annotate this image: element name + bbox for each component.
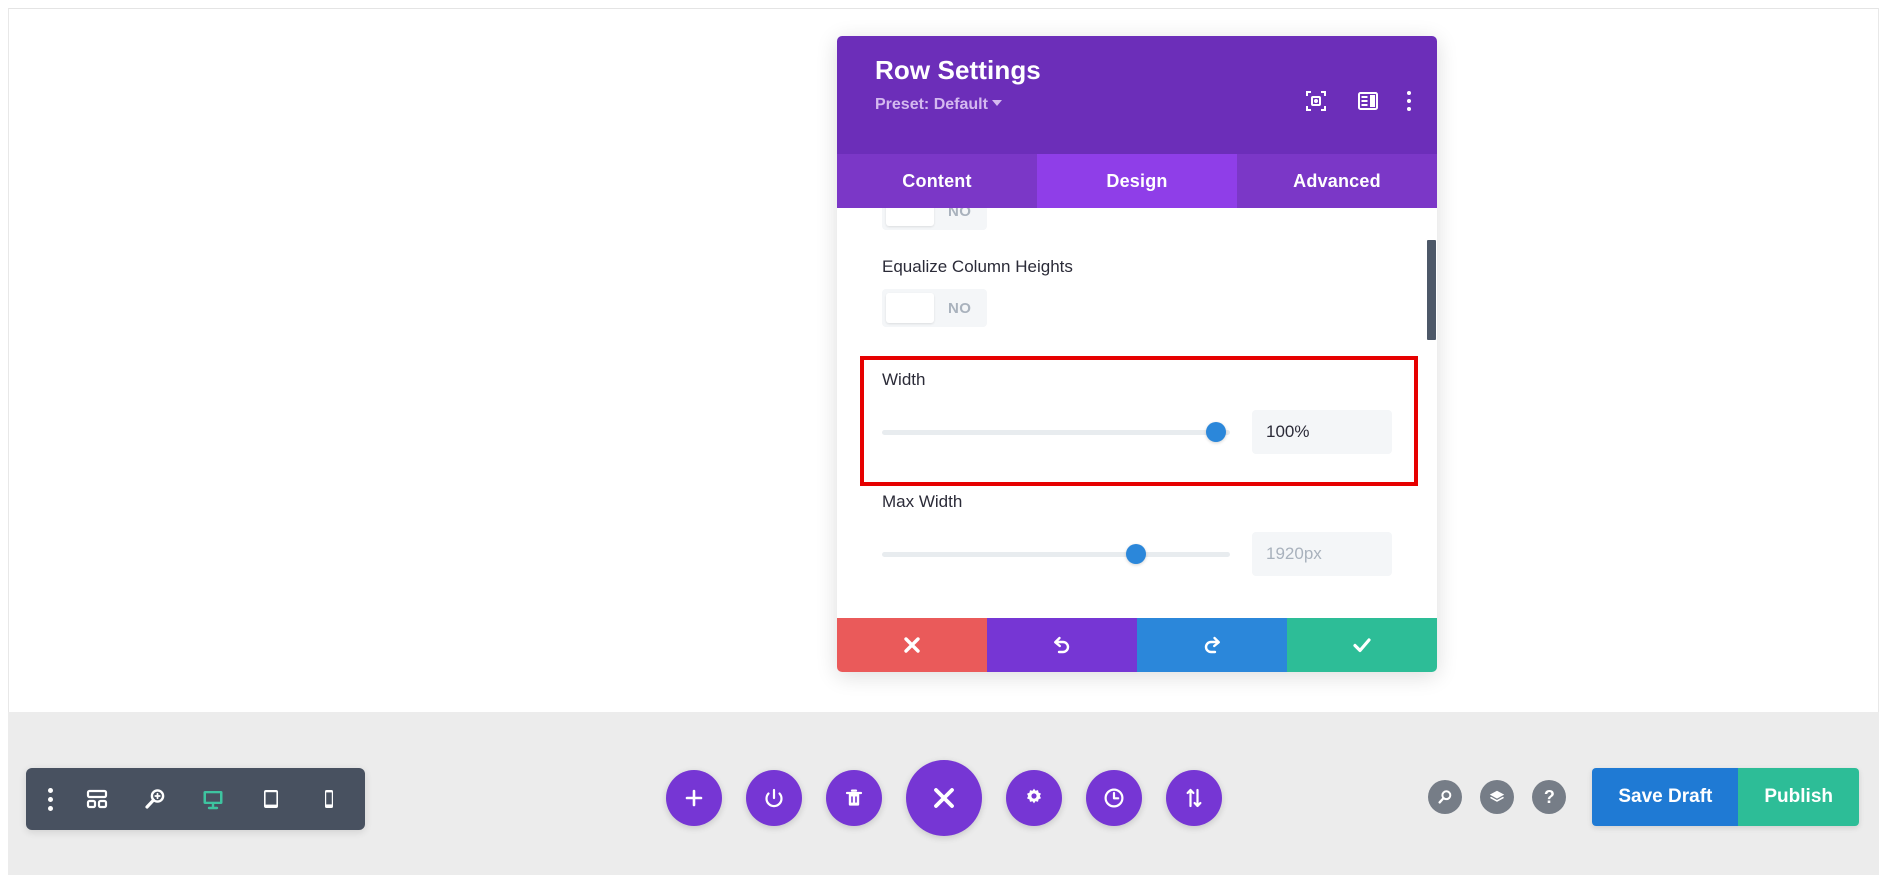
phone-icon[interactable] [315, 785, 343, 813]
width-input[interactable]: 100% [1252, 410, 1392, 454]
tab-design[interactable]: Design [1037, 154, 1237, 208]
settings-gear-icon[interactable] [1005, 770, 1062, 826]
sort-arrows-icon[interactable] [1165, 770, 1222, 826]
modal-body: NO Equalize Column Heights NO Width 100%… [837, 208, 1437, 618]
focus-icon[interactable] [1303, 88, 1329, 114]
partial-toggle-value: NO [948, 208, 972, 220]
modal-scrollbar[interactable] [1427, 208, 1437, 618]
chevron-down-icon [991, 99, 1002, 106]
undo-button[interactable] [987, 618, 1137, 672]
cancel-button[interactable] [837, 618, 987, 672]
more-options-icon[interactable] [1407, 91, 1411, 111]
max-width-slider-track [882, 551, 1230, 557]
equalize-column-heights-field: Equalize Column Heights NO [837, 257, 1437, 328]
more-options-icon[interactable] [48, 787, 53, 811]
redo-button[interactable] [1137, 618, 1287, 672]
toggle-knob [886, 208, 934, 226]
tablet-icon[interactable] [257, 785, 285, 813]
publish-actions: Save Draft Publish [1592, 768, 1859, 826]
preset-label: Preset: Default [875, 95, 988, 113]
power-icon[interactable] [745, 770, 802, 826]
layout-panel-icon[interactable] [1355, 88, 1381, 114]
width-label: Width [882, 370, 926, 389]
history-clock-icon[interactable] [1085, 770, 1142, 826]
max-width-label: Max Width [882, 492, 963, 511]
search-icon[interactable] [1428, 780, 1463, 814]
equalize-column-heights-toggle[interactable]: NO [882, 289, 988, 327]
modal-header-icons [1303, 88, 1411, 114]
center-toolbar [665, 760, 1222, 836]
left-toolbar [26, 768, 365, 830]
toggle-knob [886, 293, 934, 323]
max-width-input[interactable]: 1920px [1252, 532, 1392, 576]
max-width-slider-handle[interactable] [1126, 544, 1147, 564]
width-slider-track [882, 429, 1230, 435]
builder-page: Row Settings Preset: Default Content Des… [0, 0, 1887, 875]
desktop-icon[interactable] [199, 785, 227, 813]
page-title: Row Settings [875, 55, 1041, 85]
tab-content[interactable]: Content [837, 154, 1037, 208]
partial-toggle-field: NO [837, 208, 1437, 231]
max-width-field: Max Width 1920px [837, 492, 1437, 576]
max-width-slider[interactable] [882, 543, 1230, 565]
modal-header: Row Settings Preset: Default [837, 36, 1437, 154]
modal-footer [837, 618, 1437, 672]
save-button[interactable] [1287, 618, 1437, 672]
zoom-out-view-icon[interactable] [141, 785, 169, 813]
help-icon[interactable]: ? [1532, 780, 1567, 814]
preset-selector[interactable]: Preset: Default [875, 96, 1002, 114]
right-toolbar: ? Save Draft Publish [1428, 768, 1859, 826]
row-settings-modal: Row Settings Preset: Default Content Des… [837, 36, 1437, 672]
partial-toggle[interactable]: NO [882, 208, 988, 230]
wireframe-icon[interactable] [83, 785, 111, 813]
equalize-column-heights-value: NO [948, 299, 972, 317]
publish-button[interactable]: Publish [1738, 768, 1859, 826]
save-draft-button[interactable]: Save Draft [1592, 768, 1739, 826]
add-icon[interactable] [665, 770, 722, 826]
width-slider[interactable] [882, 421, 1230, 443]
close-builder-icon[interactable] [905, 760, 982, 836]
width-slider-handle[interactable] [1206, 422, 1227, 442]
equalize-column-heights-label: Equalize Column Heights [882, 257, 1073, 276]
layers-icon[interactable] [1480, 780, 1515, 814]
modal-tabs: Content Design Advanced [837, 154, 1437, 208]
tab-advanced[interactable]: Advanced [1237, 154, 1437, 208]
trash-icon[interactable] [825, 770, 882, 826]
modal-scrollbar-thumb[interactable] [1427, 240, 1436, 340]
width-field: Width 100% [837, 370, 1437, 454]
